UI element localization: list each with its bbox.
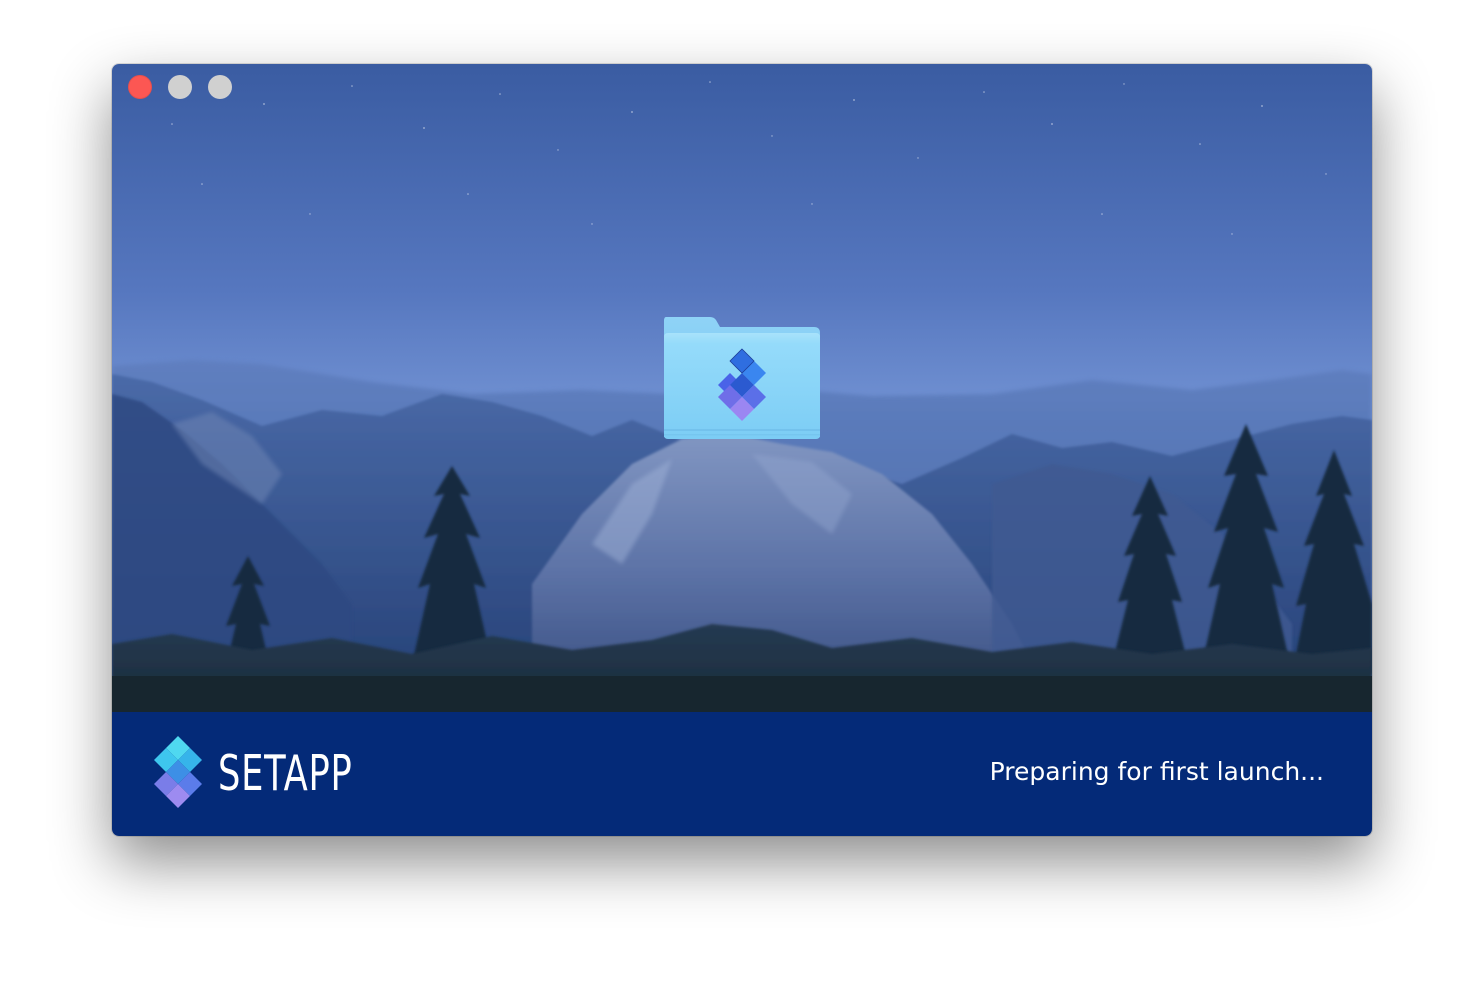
footer-bar: SETAPP Preparing for first launch... (112, 712, 1372, 836)
installer-window: SETAPP Preparing for first launch... (112, 64, 1372, 836)
brand-name: SETAPP (218, 745, 353, 802)
minimize-button[interactable] (168, 75, 192, 99)
setapp-diamond-icon (152, 736, 204, 812)
window-controls (128, 75, 232, 99)
status-text: Preparing for first launch... (989, 757, 1324, 786)
setapp-folder-icon[interactable] (662, 317, 822, 443)
close-button[interactable] (128, 75, 152, 99)
maximize-button[interactable] (208, 75, 232, 99)
